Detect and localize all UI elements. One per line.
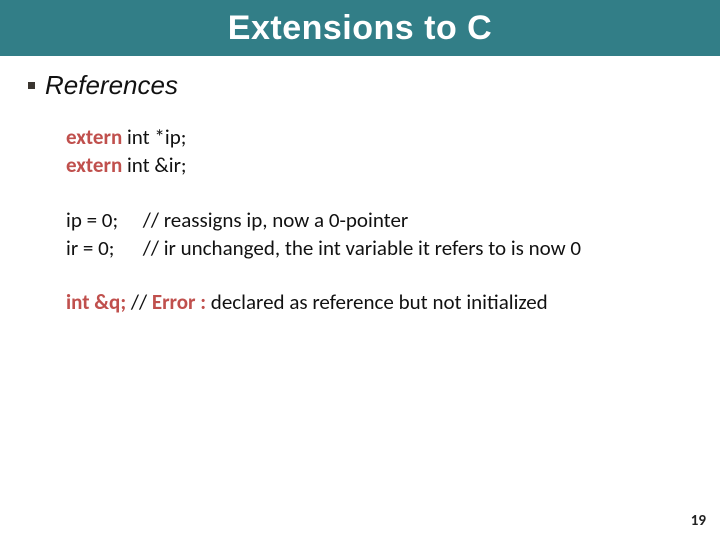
keyword-int: int bbox=[66, 289, 90, 315]
code-block-declarations: extern int *ip; extern int &ir; bbox=[66, 123, 700, 180]
code-line: extern int &ir; bbox=[66, 151, 700, 179]
title-bar: Extensions to C bbox=[0, 0, 720, 56]
code-block-assignments: ip = 0; // reassigns ip, now a 0-pointer… bbox=[66, 206, 700, 263]
code-text: ir = 0; bbox=[66, 234, 138, 262]
keyword-error: Error : bbox=[152, 289, 206, 315]
slide: Extensions to C References extern int *i… bbox=[0, 0, 720, 540]
bullet-label: References bbox=[45, 70, 178, 101]
code-comment: // ir unchanged, the int variable it ref… bbox=[138, 235, 581, 261]
bullet-dot-icon bbox=[28, 82, 35, 89]
keyword-ref: &q; bbox=[90, 289, 127, 315]
code-text: int &ir; bbox=[122, 152, 186, 178]
bullet-item: References bbox=[28, 70, 700, 101]
code-text: int *ip; bbox=[122, 124, 186, 150]
code-block-error: int &q; // Error : declared as reference… bbox=[66, 288, 700, 316]
code-line: ir = 0; // ir unchanged, the int variabl… bbox=[66, 234, 700, 262]
slide-body: References extern int *ip; extern int &i… bbox=[0, 56, 720, 317]
code-line: ip = 0; // reassigns ip, now a 0-pointer bbox=[66, 206, 700, 234]
slide-title: Extensions to C bbox=[228, 9, 492, 48]
code-line: int &q; // Error : declared as reference… bbox=[66, 288, 700, 316]
page-number: 19 bbox=[691, 512, 706, 530]
code-line: extern int *ip; bbox=[66, 123, 700, 151]
code-text: declared as reference but not initialize… bbox=[206, 289, 548, 315]
keyword-extern: extern bbox=[66, 152, 122, 178]
code-comment: // reassigns ip, now a 0-pointer bbox=[138, 207, 408, 233]
code-text: // bbox=[126, 289, 152, 315]
keyword-extern: extern bbox=[66, 124, 122, 150]
code-text: ip = 0; bbox=[66, 206, 138, 234]
